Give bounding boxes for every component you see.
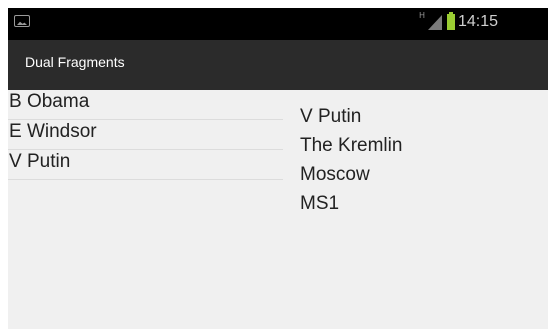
detail-name: V Putin [300, 106, 362, 127]
list-item-label: B Obama [9, 91, 90, 112]
details-panel: V Putin The Kremlin Moscow MS1 [300, 102, 540, 218]
device-screen: H 14:15 Dual Fragments B Obama E Windsor… [8, 8, 548, 329]
status-time: 14:15 [458, 13, 499, 30]
signal-icon [428, 15, 442, 30]
detail-address: The Kremlin [300, 135, 403, 156]
names-list: B Obama E Windsor V Putin [8, 90, 283, 180]
list-item-label: E Windsor [9, 121, 97, 142]
battery-icon [447, 12, 455, 30]
action-bar: Dual Fragments [8, 40, 548, 90]
network-type-label: H [419, 11, 425, 20]
list-item[interactable]: E Windsor [8, 120, 283, 150]
list-item[interactable]: B Obama [8, 90, 283, 120]
image-notification-icon [14, 15, 30, 27]
app-title: Dual Fragments [25, 54, 125, 70]
status-bar: H 14:15 [8, 8, 548, 40]
detail-city: Moscow [300, 164, 370, 185]
list-item-label: V Putin [9, 151, 71, 172]
detail-postcode: MS1 [300, 193, 340, 214]
list-item[interactable]: V Putin [8, 150, 283, 180]
